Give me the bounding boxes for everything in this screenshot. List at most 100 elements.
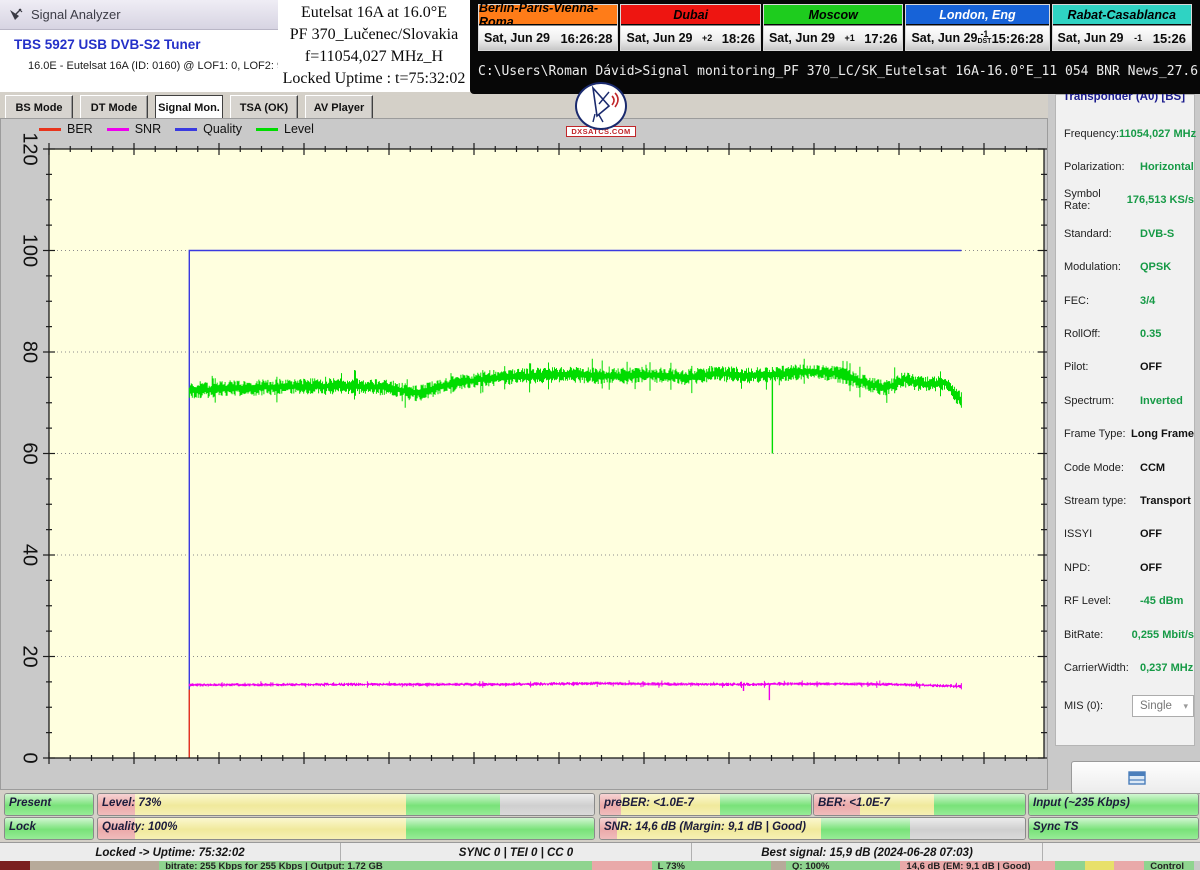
signal-chart-panel: BERSNRQualityLevel 020406080100120 — [0, 118, 1048, 790]
strip-segment — [30, 861, 159, 870]
row-label: Modulation: — [1056, 261, 1140, 273]
transponder-list-button[interactable] — [1071, 761, 1200, 794]
row-value: OFF — [1140, 528, 1162, 540]
bar-segment-green — [406, 794, 500, 815]
mode-button-signal-mon-[interactable]: Signal Mon. — [155, 95, 223, 120]
row-value: 0,237 MHz — [1140, 662, 1193, 674]
transponder-row-frequency-: Frequency:11054,027 MHz — [1056, 117, 1194, 150]
legend-label: BER — [67, 122, 93, 136]
clock-time: Sat, Jun 29+117:26 — [764, 25, 902, 50]
logo-dish-icon — [575, 82, 627, 130]
transponder-row-npd-: NPD:OFF — [1056, 551, 1194, 584]
row-value: Long Frame — [1131, 428, 1194, 440]
clock-berlin-paris-vienna-roma: Berlin-Paris-Vienna-RomaSat, Jun 2916:26… — [478, 4, 618, 51]
strip-segment: bitrate: 255 Kbps for 255 Kbps | Output:… — [159, 861, 592, 870]
transponder-row-code-mode-: Code Mode:CCM — [1056, 451, 1194, 484]
transponder-row-bitrate-: BitRate:0,255 Mbit/s — [1056, 618, 1194, 651]
stacked-bars-icon — [1128, 771, 1146, 785]
row-label: FEC: — [1056, 295, 1140, 307]
row-value: CCM — [1140, 462, 1165, 474]
window-titlebar: Signal Analyzer — [0, 0, 280, 30]
status-uptime: Locked -> Uptime: 75:32:02 — [0, 843, 341, 862]
mode-button-bs-mode[interactable]: BS Mode — [5, 95, 73, 120]
svg-text:0: 0 — [19, 752, 41, 763]
status-bar-level: Level: 73% — [97, 793, 595, 816]
status-bar-snr: SNR: 14,6 dB (Margin: 9,1 dB | Good) — [599, 817, 1026, 840]
status-bar-preber: preBER: <1.0E-7 — [599, 793, 812, 816]
legend-item-ber: BER — [39, 122, 93, 136]
clock-utc-offset: +2 — [692, 34, 721, 42]
row-value: OFF — [1140, 562, 1162, 574]
mode-button-tsa-ok-[interactable]: TSA (OK) — [230, 95, 298, 120]
transponder-sidebar: Transponder (A0) [BS] Frequency:11054,02… — [1048, 86, 1200, 790]
row-label: CarrierWidth: — [1056, 662, 1140, 674]
clock-city-label: Dubai — [621, 5, 759, 24]
transponder-row-modulation-: Modulation:QPSK — [1056, 251, 1194, 284]
status-bar-ber: BER: <1.0E-7 — [813, 793, 1026, 816]
svg-text:100: 100 — [19, 234, 41, 267]
clock-time: Sat, Jun 29-1DST15:26:28 — [906, 25, 1048, 50]
strip-segment — [1114, 861, 1144, 870]
bar-label: Input (~235 Kbps) — [1033, 797, 1130, 809]
mis-label: MIS (0): — [1056, 700, 1128, 712]
bar-segment-green — [821, 818, 910, 839]
legend-label: Quality — [203, 122, 242, 136]
clock-utc-offset: +1 — [835, 34, 864, 42]
legend-item-level: Level — [256, 122, 314, 136]
chart-legend: BER SNR Quality Level — [39, 122, 314, 136]
row-value: 3/4 — [1140, 295, 1155, 307]
window-title: Signal Analyzer — [31, 7, 121, 22]
world-clocks: Berlin-Paris-Vienna-RomaSat, Jun 2916:26… — [478, 4, 1192, 51]
svg-text:20: 20 — [19, 645, 41, 667]
row-label: Spectrum: — [1056, 395, 1140, 407]
strip-segment: L 73% — [652, 861, 771, 870]
bar-segment-yellow — [135, 794, 405, 815]
strip-segment: Control — [1144, 861, 1194, 870]
clock-moscow: MoscowSat, Jun 29+117:26 — [763, 4, 903, 51]
transponder-row-stream-type-: Stream type:Transport — [1056, 484, 1194, 517]
legend-swatch-snr — [107, 128, 129, 131]
mis-value: Single — [1140, 700, 1172, 712]
row-value: -45 dBm — [1140, 595, 1183, 607]
row-value: Transport — [1140, 495, 1191, 507]
transponder-row-carrierwidth-: CarrierWidth:0,237 MHz — [1056, 651, 1194, 684]
caption-uptime: Locked Uptime : t=75:32:02 — [278, 68, 470, 90]
clock-utc-offset: -1 — [1124, 34, 1153, 42]
clock-city-label: Berlin-Paris-Vienna-Roma — [479, 5, 617, 24]
legend-label: Level — [284, 122, 314, 136]
row-value: Inverted — [1140, 395, 1183, 407]
strip-segment — [1194, 861, 1200, 870]
mode-button-dt-mode[interactable]: DT Mode — [80, 95, 148, 120]
row-value: OFF — [1140, 361, 1162, 373]
row-value: DVB-S — [1140, 228, 1174, 240]
legend-item-snr: SNR — [107, 122, 161, 136]
row-label: Symbol Rate: — [1056, 188, 1127, 212]
transponder-row-rf-level-: RF Level:-45 dBm — [1056, 584, 1194, 617]
bar-label: Sync TS — [1033, 821, 1078, 833]
header-black-bar: Berlin-Paris-Vienna-RomaSat, Jun 2916:26… — [470, 0, 1200, 94]
strip-segment: Q: 100% — [786, 861, 900, 870]
bar-label: BER: <1.0E-7 — [818, 797, 890, 809]
row-value: QPSK — [1140, 261, 1171, 273]
bar-segment-green — [406, 818, 594, 839]
status-sync: SYNC 0 | TEI 0 | CC 0 — [341, 843, 692, 862]
row-label: RF Level: — [1056, 595, 1140, 607]
bar-label: Present — [9, 797, 51, 809]
bar-label: Lock — [9, 821, 36, 833]
clock-london-eng: London, EngSat, Jun 29-1DST15:26:28 — [905, 4, 1049, 51]
svg-text:40: 40 — [19, 544, 41, 566]
bar-label: Quality: 100% — [102, 821, 177, 833]
strip-segment — [771, 861, 786, 870]
clock-city-label: London, Eng — [906, 5, 1048, 24]
bar-segment-green — [934, 794, 1025, 815]
mode-button-av-player[interactable]: AV Player — [305, 95, 373, 120]
row-label: Stream type: — [1056, 495, 1140, 507]
mis-dropdown[interactable]: Single ▾ — [1132, 695, 1194, 717]
clock-time: Sat, Jun 29+218:26 — [621, 25, 759, 50]
status-best-signal: Best signal: 15,9 dB (2024-06-28 07:03) — [692, 843, 1043, 862]
tuner-name: TBS 5927 USB DVB-S2 Tuner — [14, 37, 201, 52]
mode-button-bar: BS Mode DT Mode Signal Mon. TSA (OK) AV Play… — [0, 92, 1048, 120]
row-label: BitRate: — [1056, 629, 1132, 641]
clock-time: Sat, Jun 29-115:26 — [1053, 25, 1191, 50]
row-label: Code Mode: — [1056, 462, 1140, 474]
